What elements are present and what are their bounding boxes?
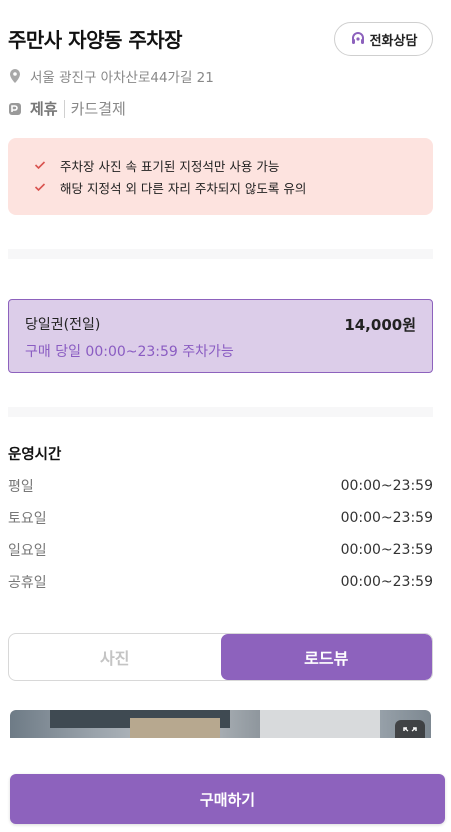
hours-row: 토요일 00:00~23:59 xyxy=(8,502,433,534)
roadview-image-building xyxy=(130,718,220,738)
hours-day: 일요일 xyxy=(8,543,47,559)
ticket-option[interactable]: 당일권(전일) 14,000원 구매 당일 00:00~23:59 주차가능 xyxy=(8,299,433,373)
expand-button[interactable] xyxy=(395,720,425,738)
hours-row: 평일 00:00~23:59 xyxy=(8,470,433,502)
address-row: 서울 광진구 아차산로44가길 21 xyxy=(8,66,214,86)
roadview-image[interactable] xyxy=(10,710,431,738)
headset-icon xyxy=(350,31,366,47)
hours-day: 공휴일 xyxy=(8,575,47,591)
hours-day: 토요일 xyxy=(8,511,47,527)
expand-icon xyxy=(402,723,418,739)
tag-divider xyxy=(63,99,65,118)
purchase-button[interactable]: 구매하기 xyxy=(10,774,445,824)
call-consult-label: 전화상담 xyxy=(369,33,418,49)
feature-tags: 제휴 카드결제 xyxy=(8,98,126,119)
tab-roadview[interactable]: 로드뷰 xyxy=(220,634,432,680)
notice-text: 주차장 사진 속 표기된 지정석만 사용 가능 xyxy=(60,158,280,174)
tab-photo[interactable]: 사진 xyxy=(9,634,221,680)
hours-title: 운영시간 xyxy=(8,447,62,463)
hours-time: 00:00~23:59 xyxy=(340,510,433,526)
check-icon xyxy=(34,159,46,171)
hours-time: 00:00~23:59 xyxy=(340,478,433,494)
parking-tag-icon xyxy=(8,102,22,116)
view-toggle: 사진 로드뷰 xyxy=(8,633,433,681)
hours-row: 일요일 00:00~23:59 xyxy=(8,534,433,566)
notice-item: 주차장 사진 속 표기된 지정석만 사용 가능 xyxy=(34,154,433,176)
hours-time: 00:00~23:59 xyxy=(340,542,433,558)
hours-day: 평일 xyxy=(8,479,34,495)
bottom-bar: 구매하기 xyxy=(0,738,451,832)
check-icon xyxy=(34,181,46,193)
notice-box: 주차장 사진 속 표기된 지정석만 사용 가능 해당 지정석 외 다른 자리 주… xyxy=(8,138,433,215)
tag-partner: 제휴 xyxy=(30,100,58,118)
notice-text: 해당 지정석 외 다른 자리 주차되지 않도록 유의 xyxy=(60,180,307,196)
section-divider xyxy=(8,249,433,259)
header: 주만사 자양동 주차장 전화상담 xyxy=(8,22,433,58)
map-pin-icon xyxy=(8,68,22,84)
ticket-price: 14,000원 xyxy=(344,316,416,334)
roadview-image-wall xyxy=(260,710,380,738)
address-text: 서울 광진구 아차산로44가길 21 xyxy=(30,70,214,86)
section-divider xyxy=(8,407,433,417)
hours-time: 00:00~23:59 xyxy=(340,574,433,590)
ticket-description: 구매 당일 00:00~23:59 주차가능 xyxy=(25,344,234,360)
ticket-name: 당일권(전일) xyxy=(25,317,101,333)
call-consult-button[interactable]: 전화상담 xyxy=(334,22,433,56)
notice-item: 해당 지정석 외 다른 자리 주차되지 않도록 유의 xyxy=(34,176,433,198)
page-title: 주만사 자양동 주차장 xyxy=(8,28,183,52)
hours-row: 공휴일 00:00~23:59 xyxy=(8,566,433,598)
hours-list: 평일 00:00~23:59 토요일 00:00~23:59 일요일 00:00… xyxy=(8,470,433,598)
tag-card-payment: 카드결제 xyxy=(70,100,126,118)
